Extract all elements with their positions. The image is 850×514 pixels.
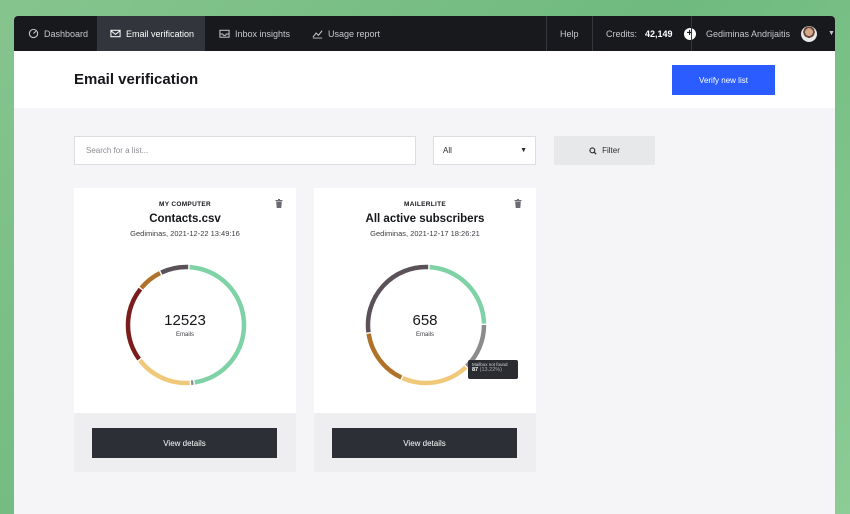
trash-icon[interactable] <box>514 199 522 208</box>
inbox-icon <box>219 29 230 38</box>
nav-usage-report-label: Usage report <box>328 28 381 39</box>
nav-divider <box>546 16 547 51</box>
dashboard-icon <box>28 28 39 39</box>
add-credits-icon[interactable]: + <box>683 27 696 40</box>
select-value: All <box>443 146 452 155</box>
nav-divider <box>691 16 692 51</box>
credits-label: Credits: <box>606 28 638 39</box>
email-count: 12523 <box>164 312 206 329</box>
nav-inbox-insights-label: Inbox insights <box>235 28 291 39</box>
card-list-name: All active subscribers <box>365 213 485 225</box>
page-header: Email verification Verify new list <box>14 51 835 108</box>
search-icon <box>589 146 597 155</box>
page-title: Email verification <box>74 71 199 88</box>
card-meta: Gediminas, 2021-12-22 13:49:16 <box>130 229 240 238</box>
nav-email-verification-label: Email verification <box>126 28 195 39</box>
list-card: MY COMPUTER Contacts.csv Gediminas, 2021… <box>74 188 296 472</box>
nav-dashboard-label: Dashboard <box>44 28 89 39</box>
nav-dashboard[interactable]: Dashboard <box>28 16 88 51</box>
app-window: Dashboard Email verification Inbox insig… <box>14 16 835 514</box>
tooltip-value: 87 (13.22%) <box>472 367 514 373</box>
donut-segment[interactable] <box>401 365 468 386</box>
list-card: MAILERLITE All active subscribers Gedimi… <box>314 188 536 472</box>
nav-inbox-insights[interactable]: Inbox insights <box>219 16 290 51</box>
search-input[interactable] <box>74 136 416 165</box>
card-source: MY COMPUTER <box>159 201 211 208</box>
donut-segment[interactable] <box>160 264 189 275</box>
verify-new-list-button[interactable]: Verify new list <box>672 65 775 95</box>
card-meta: Gediminas, 2021-12-17 18:26:21 <box>370 229 480 238</box>
view-details-button[interactable]: View details <box>92 428 277 458</box>
nav-help[interactable]: Help <box>560 16 579 51</box>
user-menu[interactable]: Gediminas Andrijaitis ▼ <box>706 16 835 51</box>
nav-usage-report[interactable]: Usage report <box>312 16 380 51</box>
email-count-label: Emails <box>175 332 194 338</box>
view-details-button[interactable]: View details <box>332 428 517 458</box>
nav-email-verification[interactable]: Email verification <box>98 16 205 51</box>
avatar <box>801 25 818 42</box>
top-navigation: Dashboard Email verification Inbox insig… <box>14 16 835 51</box>
user-name: Gediminas Andrijaitis <box>706 28 791 39</box>
email-count: 658 <box>412 312 438 329</box>
filter-button-label: Filter <box>602 146 620 155</box>
nav-help-label: Help <box>560 28 579 39</box>
chart-line-icon <box>312 30 323 39</box>
email-check-icon <box>110 29 121 38</box>
donut-segment[interactable] <box>366 333 403 380</box>
trash-icon[interactable] <box>275 199 283 208</box>
list-type-select[interactable]: All ▼ <box>433 136 536 165</box>
chart-tooltip: Mailbox not found 87 (13.22%) <box>468 360 518 379</box>
credits-display: Credits: 42,149 + <box>606 16 696 51</box>
nav-divider <box>592 16 593 51</box>
tooltip-count: 87 <box>472 367 479 373</box>
donut-segment[interactable] <box>139 271 162 290</box>
tooltip-percent: (13.22%) <box>479 367 502 373</box>
chevron-down-icon: ▼ <box>828 30 835 37</box>
caret-down-icon: ▼ <box>520 147 527 154</box>
filter-button[interactable]: Filter <box>554 136 655 165</box>
credits-value: 42,149 <box>645 28 673 39</box>
card-list-name: Contacts.csv <box>149 213 221 225</box>
email-count-label: Emails <box>415 332 434 338</box>
card-source: MAILERLITE <box>404 201 446 208</box>
donut-segment[interactable] <box>138 358 190 386</box>
